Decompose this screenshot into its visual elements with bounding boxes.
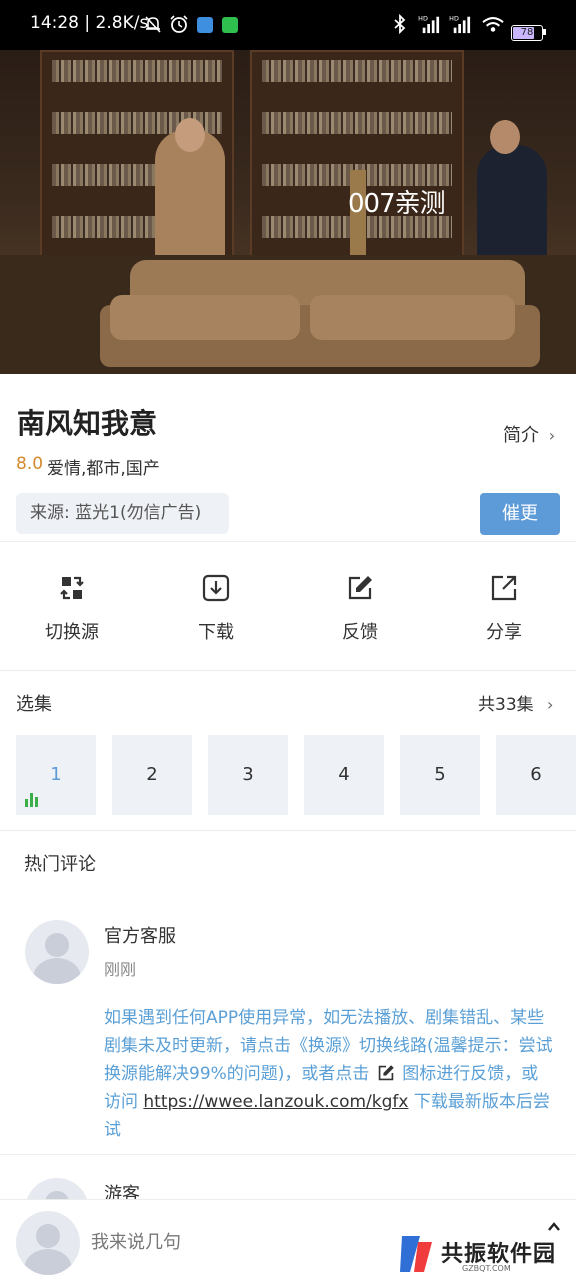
share-icon	[491, 575, 517, 601]
bluetooth-icon	[394, 14, 406, 34]
download-icon	[202, 574, 230, 602]
chevron-right-icon: ›	[548, 426, 556, 445]
chevron-up-icon[interactable]	[546, 1220, 562, 1232]
hot-comments-title: 热门评论	[24, 854, 96, 875]
download-link[interactable]: https://wwee.lanzouk.com/kgfx	[143, 1092, 408, 1112]
app-notification-icon	[197, 17, 213, 33]
episodes-total: 共33集	[478, 695, 534, 715]
genres: 爱情,都市,国产	[47, 459, 160, 479]
episode-item[interactable]: 3	[208, 735, 288, 815]
show-title: 南风知我意	[17, 407, 158, 440]
switch-source-label: 切换源	[45, 622, 99, 643]
avatar[interactable]	[25, 920, 89, 984]
status-left: 14:28 | 2.8K/s	[30, 13, 149, 33]
edit-icon	[348, 576, 372, 600]
wifi-icon	[482, 17, 504, 32]
divider	[0, 541, 576, 542]
svg-text:HD: HD	[418, 15, 428, 22]
svg-text:HD: HD	[449, 15, 459, 22]
site-logo-icon	[400, 1236, 432, 1272]
comment-text: 如果遇到任何APP使用异常，如无法播放、剧集错乱、某些剧集未及时更新，请点击《换…	[104, 1008, 553, 1140]
chevron-right-icon: ›	[547, 695, 554, 714]
comment-input[interactable]: 我来说几句	[91, 1228, 181, 1254]
urge-update-button[interactable]: 催更	[480, 493, 560, 535]
battery-level: 78	[520, 27, 534, 38]
switch-source-icon	[60, 576, 84, 600]
wechat-icon	[222, 17, 238, 33]
signal-hd-1-icon: HD	[418, 15, 440, 34]
divider	[0, 830, 576, 831]
network-speed: 2.8K/s	[95, 13, 149, 33]
episode-item[interactable]: 6	[496, 735, 576, 815]
alarm-icon	[170, 15, 188, 33]
comment-author: 官方客服	[104, 926, 176, 947]
user-avatar[interactable]	[16, 1211, 80, 1275]
status-bar: 14:28 | 2.8K/s HD HD 78	[0, 0, 576, 50]
intro-label: 简介	[503, 425, 539, 446]
status-time: 14:28	[30, 13, 79, 33]
comment-time: 刚刚	[104, 960, 137, 979]
episodes-title: 选集	[16, 694, 52, 715]
episode-item[interactable]: 2	[112, 735, 192, 815]
signal-hd-2-icon: HD	[449, 15, 471, 34]
download-button[interactable]: 下载	[156, 574, 276, 644]
site-logo-sub: GZBQT.COM	[462, 1264, 511, 1273]
intro-link[interactable]: 简介 ›	[503, 421, 555, 447]
mute-bell-icon	[145, 16, 161, 33]
feedback-button[interactable]: 反馈	[300, 574, 420, 644]
episode-item[interactable]: 5	[400, 735, 480, 815]
switch-source-button[interactable]: 切换源	[12, 574, 132, 644]
download-label: 下载	[198, 622, 234, 643]
playing-bars-icon	[25, 793, 38, 807]
feedback-label: 反馈	[342, 622, 378, 643]
divider	[0, 1154, 576, 1155]
battery-icon: 78	[511, 25, 543, 41]
video-watermark: 007亲测	[348, 189, 446, 219]
episodes-total-link[interactable]: 共33集 ›	[478, 690, 553, 715]
edit-icon	[378, 1065, 394, 1081]
share-label: 分享	[486, 622, 522, 643]
episode-item-selected[interactable]: 1	[16, 735, 96, 815]
rating: 8.0	[16, 454, 44, 474]
episode-item[interactable]: 4	[304, 735, 384, 815]
share-button[interactable]: 分享	[444, 574, 564, 644]
source-selector[interactable]: 来源: 蓝光1(勿信广告)	[16, 493, 229, 534]
video-player[interactable]: 007亲测	[0, 50, 576, 374]
divider	[0, 670, 576, 671]
